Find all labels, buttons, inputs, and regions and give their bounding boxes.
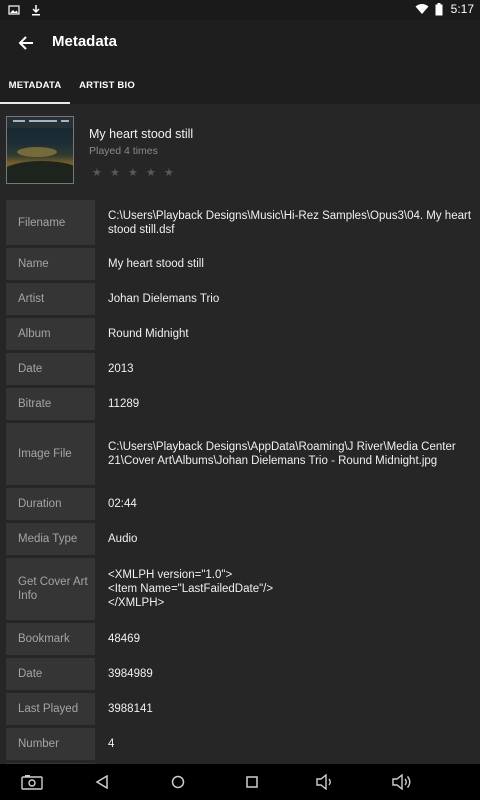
download-icon <box>30 3 42 16</box>
metadata-row-album: Album Round Midnight <box>6 318 480 350</box>
metadata-row-date-2: Date 3984989 <box>6 658 480 690</box>
row-value: 11289 <box>95 388 480 420</box>
row-value: 3988141 <box>95 693 480 725</box>
metadata-row-number: Number 4 <box>6 728 480 760</box>
metadata-table: Filename C:\Users\Playback Designs\Music… <box>6 200 480 764</box>
battery-icon <box>435 3 443 16</box>
row-label: Number <box>6 728 95 760</box>
row-label: Artist <box>6 283 95 315</box>
recents-icon[interactable] <box>240 771 264 793</box>
volume-up-icon[interactable] <box>390 771 414 793</box>
row-label: Bookmark <box>6 623 95 655</box>
play-count: Played 4 times <box>89 145 158 157</box>
metadata-row-last-played: Last Played 3988141 <box>6 693 480 725</box>
volume-down-icon[interactable] <box>314 771 338 793</box>
row-value: 3984989 <box>95 658 480 690</box>
track-title: My heart stood still <box>89 127 194 141</box>
row-value: 48469 <box>95 623 480 655</box>
app-bar: Metadata <box>0 20 480 66</box>
row-label: Media Type <box>6 523 95 555</box>
row-label: Last Played <box>6 693 95 725</box>
back-icon[interactable] <box>90 771 114 793</box>
row-value: C:\Users\Playback Designs\Music\Hi-Rez S… <box>95 200 480 245</box>
row-value: C:\Users\Playback Designs\AppData\Roamin… <box>95 423 480 485</box>
screenshot-icon[interactable] <box>20 771 44 793</box>
metadata-row-bookmark: Bookmark 48469 <box>6 623 480 655</box>
metadata-panel[interactable]: My heart stood still Played 4 times ★ ★ … <box>0 104 480 764</box>
row-value: Audio <box>95 523 480 555</box>
system-nav-bar <box>0 764 480 800</box>
row-label: Filename <box>6 200 95 245</box>
rating-stars[interactable]: ★ ★ ★ ★ ★ <box>92 168 175 179</box>
track-header: My heart stood still Played 4 times ★ ★ … <box>0 104 480 196</box>
status-bar: 5:17 <box>0 0 480 20</box>
row-label: Duration <box>6 488 95 520</box>
star-icon[interactable]: ★ <box>164 168 175 179</box>
row-value: My heart stood still <box>95 248 480 280</box>
metadata-row-media-type: Media Type Audio <box>6 523 480 555</box>
metadata-row-bitrate: Bitrate 11289 <box>6 388 480 420</box>
page-title: Metadata <box>52 33 118 50</box>
clock: 5:17 <box>450 2 474 16</box>
metadata-row-date: Date 2013 <box>6 353 480 385</box>
image-icon <box>8 3 20 15</box>
wifi-icon <box>415 3 429 15</box>
metadata-row-filename: Filename C:\Users\Playback Designs\Music… <box>6 200 480 245</box>
row-label: Album <box>6 318 95 350</box>
row-label: Name <box>6 248 95 280</box>
home-icon[interactable] <box>166 771 190 793</box>
row-value: <XMLPH version="1.0"> <Item Name="LastFa… <box>95 558 480 620</box>
row-label: Image File <box>6 423 95 485</box>
row-value: 4 <box>95 728 480 760</box>
metadata-row-image-file: Image File C:\Users\Playback Designs\App… <box>6 423 480 485</box>
row-value: Johan Dielemans Trio <box>95 283 480 315</box>
metadata-row-name: Name My heart stood still <box>6 248 480 280</box>
row-label: Date <box>6 658 95 690</box>
album-art <box>6 116 74 184</box>
metadata-row-duration: Duration 02:44 <box>6 488 480 520</box>
back-arrow-icon[interactable] <box>14 31 38 55</box>
tab-bar: METADATA ARTIST BIO <box>0 66 480 104</box>
star-icon[interactable]: ★ <box>128 168 139 179</box>
tab-metadata[interactable]: METADATA <box>0 66 70 104</box>
row-value: Round Midnight <box>95 318 480 350</box>
row-label: Date <box>6 353 95 385</box>
row-value: 02:44 <box>95 488 480 520</box>
star-icon[interactable]: ★ <box>146 168 157 179</box>
row-value: 2013 <box>95 353 480 385</box>
row-label: Bitrate <box>6 388 95 420</box>
star-icon[interactable]: ★ <box>92 168 103 179</box>
tab-artist-bio[interactable]: ARTIST BIO <box>70 66 144 104</box>
row-label: Get Cover Art Info <box>6 558 95 620</box>
star-icon[interactable]: ★ <box>110 168 121 179</box>
metadata-row-cover-art-info: Get Cover Art Info <XMLPH version="1.0">… <box>6 558 480 620</box>
metadata-row-artist: Artist Johan Dielemans Trio <box>6 283 480 315</box>
